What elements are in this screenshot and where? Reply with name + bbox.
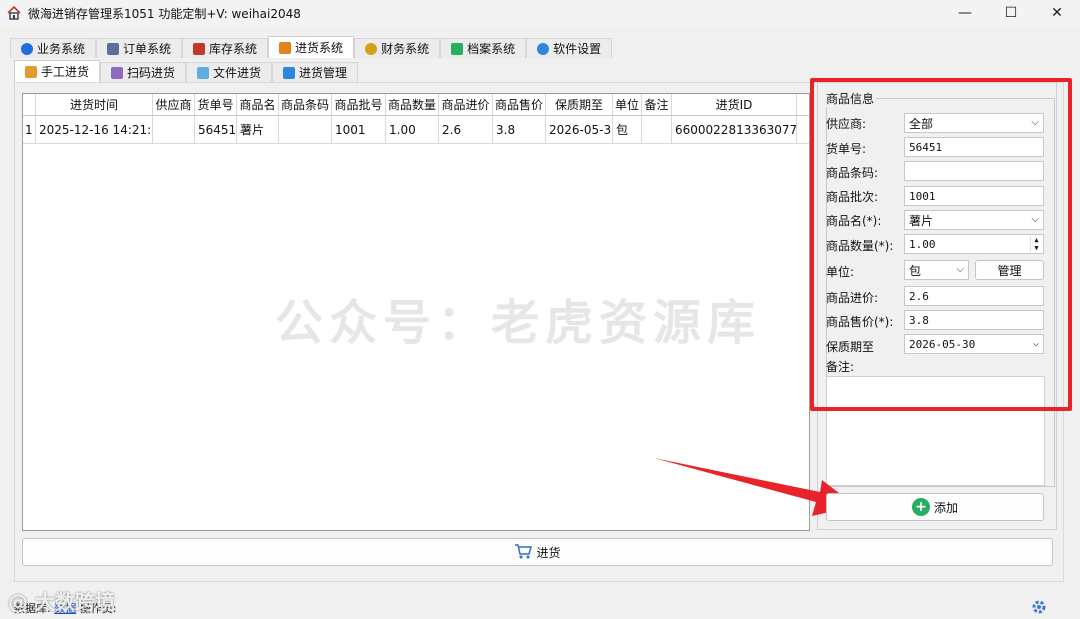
archive-icon (451, 42, 464, 55)
column-header[interactable]: 商品进价 (439, 94, 493, 115)
add-button[interactable]: + 添加 (826, 493, 1044, 521)
column-header[interactable]: 商品条码 (279, 94, 332, 115)
minimize-button[interactable]: — (942, 0, 988, 26)
column-header[interactable]: 商品售价 (493, 94, 546, 115)
column-header[interactable]: 单位 (613, 94, 642, 115)
cell-cost[interactable]: 2.6 (439, 116, 493, 143)
cart-icon (279, 41, 292, 54)
cell-time[interactable]: 2025-12-16 14:21:35 (36, 116, 153, 143)
column-header[interactable]: 供应商 (153, 94, 195, 115)
cart-icon (514, 543, 533, 562)
cell-order-no[interactable]: 56451 (195, 116, 237, 143)
tab-business[interactable]: 业务系统 (10, 38, 97, 58)
tab-file-stock-in[interactable]: 文件进货 (186, 62, 273, 82)
column-header[interactable]: 进货ID (672, 94, 797, 115)
tab-manual-stock-in[interactable]: 手工进货 (14, 60, 101, 82)
column-header[interactable]: 备注 (642, 94, 672, 115)
globe-icon (21, 42, 33, 55)
window-title: 微海进销存管理系1051 功能定制+V: weihai2048 (28, 6, 301, 21)
table-header: 进货时间 供应商 货单号 商品名 商品条码 商品批号 商品数量 商品进价 商品售… (23, 94, 809, 116)
file-icon (197, 66, 210, 79)
register-icon (283, 66, 296, 79)
cell-quantity[interactable]: 1.00 (386, 116, 439, 143)
cell-supplier[interactable] (153, 116, 195, 143)
scanner-icon (111, 66, 124, 79)
home-icon (6, 5, 22, 21)
cell-batch[interactable]: 1001 (332, 116, 386, 143)
cell-expiry[interactable]: 2026-05-30 (546, 116, 613, 143)
tab-inventory[interactable]: 库存系统 (182, 38, 269, 58)
row-index: 1 (23, 116, 36, 143)
tab-archive[interactable]: 档案系统 (440, 38, 527, 58)
gear-icon (537, 42, 550, 55)
column-header[interactable]: 商品名 (237, 94, 279, 115)
title-bar: 微海进销存管理系1051 功能定制+V: weihai2048 — ☐ ✕ (0, 0, 1080, 26)
column-header[interactable]: 商品数量 (386, 94, 439, 115)
status-bar (0, 590, 1080, 619)
table-row[interactable]: 1 2025-12-16 14:21:35 56451 薯片 1001 1.00… (23, 116, 809, 144)
close-button[interactable]: ✕ (1034, 0, 1080, 26)
tab-settings[interactable]: 软件设置 (526, 38, 613, 58)
column-header[interactable]: 进货时间 (36, 94, 153, 115)
cell-stock-in-id[interactable]: 660002281336307714 (672, 116, 797, 143)
cell-price[interactable]: 3.8 (493, 116, 546, 143)
cell-unit[interactable]: 包 (613, 116, 642, 143)
plus-circle-icon: + (911, 498, 930, 516)
magnifier-icon (365, 42, 378, 55)
main-tab-bar: 业务系统 订单系统 库存系统 进货系统 财务系统 档案系统 软件设置 (10, 36, 613, 58)
sub-tab-bar: 手工进货 扫码进货 文件进货 进货管理 (14, 60, 359, 82)
highlight-box (810, 78, 1072, 411)
cell-barcode[interactable] (279, 116, 332, 143)
maximize-button[interactable]: ☐ (988, 0, 1034, 26)
store-icon (193, 42, 206, 55)
tab-finance[interactable]: 财务系统 (354, 38, 441, 58)
tab-orders[interactable]: 订单系统 (96, 38, 183, 58)
tab-stock-in-management[interactable]: 进货管理 (272, 62, 359, 82)
column-header[interactable]: 货单号 (195, 94, 237, 115)
stock-in-button[interactable]: 进货 (22, 538, 1053, 566)
column-header[interactable]: 保质期至 (546, 94, 613, 115)
order-icon (107, 42, 120, 55)
settings-gear-icon[interactable] (1030, 598, 1048, 619)
tab-scan-stock-in[interactable]: 扫码进货 (100, 62, 187, 82)
column-header[interactable]: 商品批号 (332, 94, 386, 115)
corner-watermark: @ 大数跨境 (8, 590, 115, 614)
row-index-header (23, 94, 36, 115)
tab-purchasing[interactable]: 进货系统 (268, 36, 355, 58)
hand-icon (25, 65, 37, 78)
cell-product-name[interactable]: 薯片 (237, 116, 279, 143)
cell-notes[interactable] (642, 116, 672, 143)
